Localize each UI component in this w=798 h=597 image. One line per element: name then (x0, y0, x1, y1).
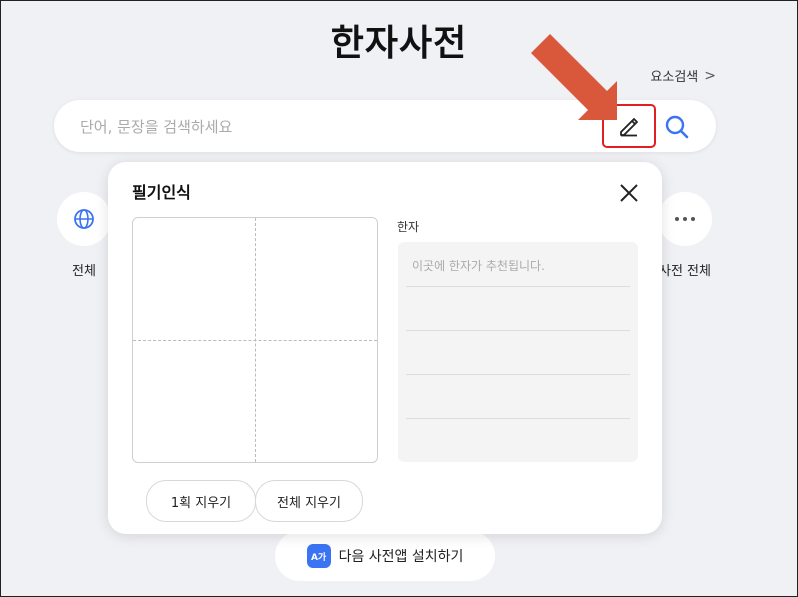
search-input[interactable] (78, 114, 582, 140)
recommendation-list: 이곳에 한자가 추천됩니다. (398, 242, 638, 462)
install-app-label: 다음 사전앱 설치하기 (338, 549, 464, 565)
globe-icon (74, 209, 94, 229)
page-title: 한자사전 (330, 23, 468, 64)
more-icon (675, 217, 695, 221)
recommendation-placeholder: 이곳에 한자가 추천됩니다. (412, 259, 545, 273)
category-all-button[interactable] (57, 192, 111, 246)
recommendation-divider (406, 418, 630, 419)
close-icon[interactable] (616, 180, 642, 206)
handwriting-panel: 필기인식 한자 이곳에 한자가 추천됩니다. 1획 지우기 전체 지우기 (108, 162, 662, 534)
category-all-dictionaries-label: 사전 전체 (659, 264, 711, 279)
recommendation-divider (406, 374, 630, 375)
handwriting-title: 필기인식 (132, 183, 191, 202)
install-app-button[interactable]: A가 다음 사전앱 설치하기 (275, 531, 495, 581)
category-all[interactable]: 전체 (54, 192, 114, 279)
app-icon: A가 (306, 544, 331, 568)
category-all-dictionaries[interactable]: 사전 전체 (655, 192, 715, 279)
arrow-annotation-icon (531, 34, 617, 120)
recommendation-divider (406, 286, 630, 287)
category-all-label: 전체 (72, 264, 96, 279)
erase-all-button[interactable]: 전체 지우기 (255, 480, 363, 522)
result-label: 한자 (397, 220, 420, 234)
element-search-link[interactable]: 요소검색 > (650, 66, 716, 86)
element-search-label: 요소검색 (650, 70, 699, 85)
canvas-guide-horizontal (133, 340, 377, 341)
recommendation-divider (406, 330, 630, 331)
category-more-button[interactable] (658, 192, 712, 246)
chevron-right-icon: > (704, 67, 716, 84)
handwriting-canvas[interactable] (132, 217, 378, 463)
erase-stroke-button[interactable]: 1획 지우기 (146, 480, 256, 522)
search-icon[interactable] (664, 114, 690, 140)
